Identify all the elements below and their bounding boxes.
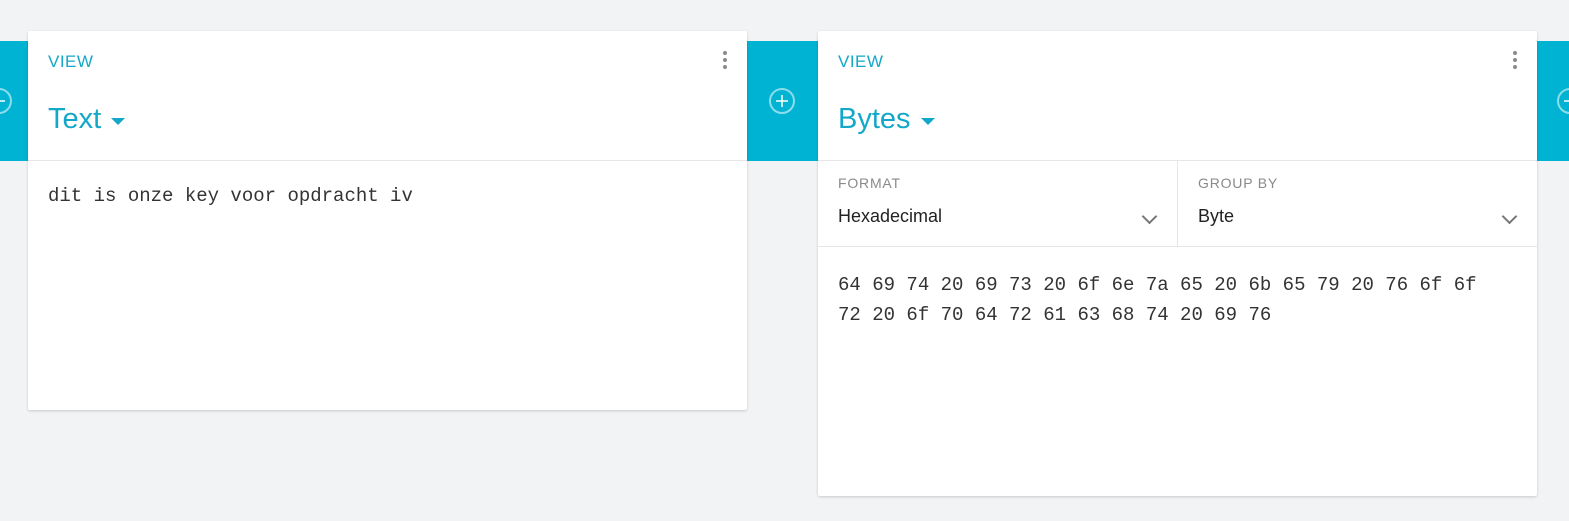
bytes-view-panel: VIEW Bytes FORMAT Hexadecimal GROUP BY B… (818, 31, 1537, 496)
view-type-dropdown[interactable]: Bytes (838, 103, 935, 136)
format-label: FORMAT (838, 175, 901, 191)
group-by-select[interactable]: GROUP BY Byte (1177, 161, 1537, 246)
text-content[interactable]: dit is onze key voor opdracht iv (48, 185, 413, 207)
view-type-label: Text (48, 103, 102, 135)
hex-line: 72 20 6f 70 64 72 61 63 68 74 20 69 76 (838, 304, 1272, 326)
view-type-label: Bytes (838, 103, 911, 135)
caret-down-icon (111, 117, 126, 125)
format-select[interactable]: FORMAT Hexadecimal (818, 161, 1177, 246)
view-label: VIEW (48, 52, 94, 71)
add-circle-icon[interactable] (1557, 88, 1569, 114)
add-circle-icon[interactable] (0, 88, 12, 114)
group-by-label: GROUP BY (1198, 175, 1279, 191)
view-label: VIEW (838, 52, 884, 71)
caret-down-icon (920, 117, 935, 125)
bytes-controls: FORMAT Hexadecimal GROUP BY Byte (818, 161, 1537, 247)
panel-header: VIEW Bytes (818, 31, 1537, 161)
panel-header: VIEW Text (28, 31, 747, 161)
hex-content[interactable]: 64 69 74 20 69 73 20 6f 6e 7a 65 20 6b 6… (838, 270, 1518, 330)
chevron-down-icon (1501, 208, 1518, 225)
view-type-dropdown[interactable]: Text (48, 103, 126, 136)
group-by-value: Byte (1198, 206, 1235, 226)
format-value: Hexadecimal (838, 206, 943, 226)
insert-band-middle (747, 41, 818, 161)
insert-band-left (0, 41, 28, 161)
hex-line: 64 69 74 20 69 73 20 6f 6e 7a 65 20 6b 6… (838, 274, 1477, 296)
more-vertical-icon[interactable] (1511, 51, 1519, 73)
chevron-down-icon (1141, 208, 1158, 225)
text-view-panel: VIEW Text dit is onze key voor opdracht … (28, 31, 747, 410)
more-vertical-icon[interactable] (721, 51, 729, 73)
insert-band-right (1537, 41, 1569, 161)
add-circle-icon[interactable] (769, 88, 795, 114)
